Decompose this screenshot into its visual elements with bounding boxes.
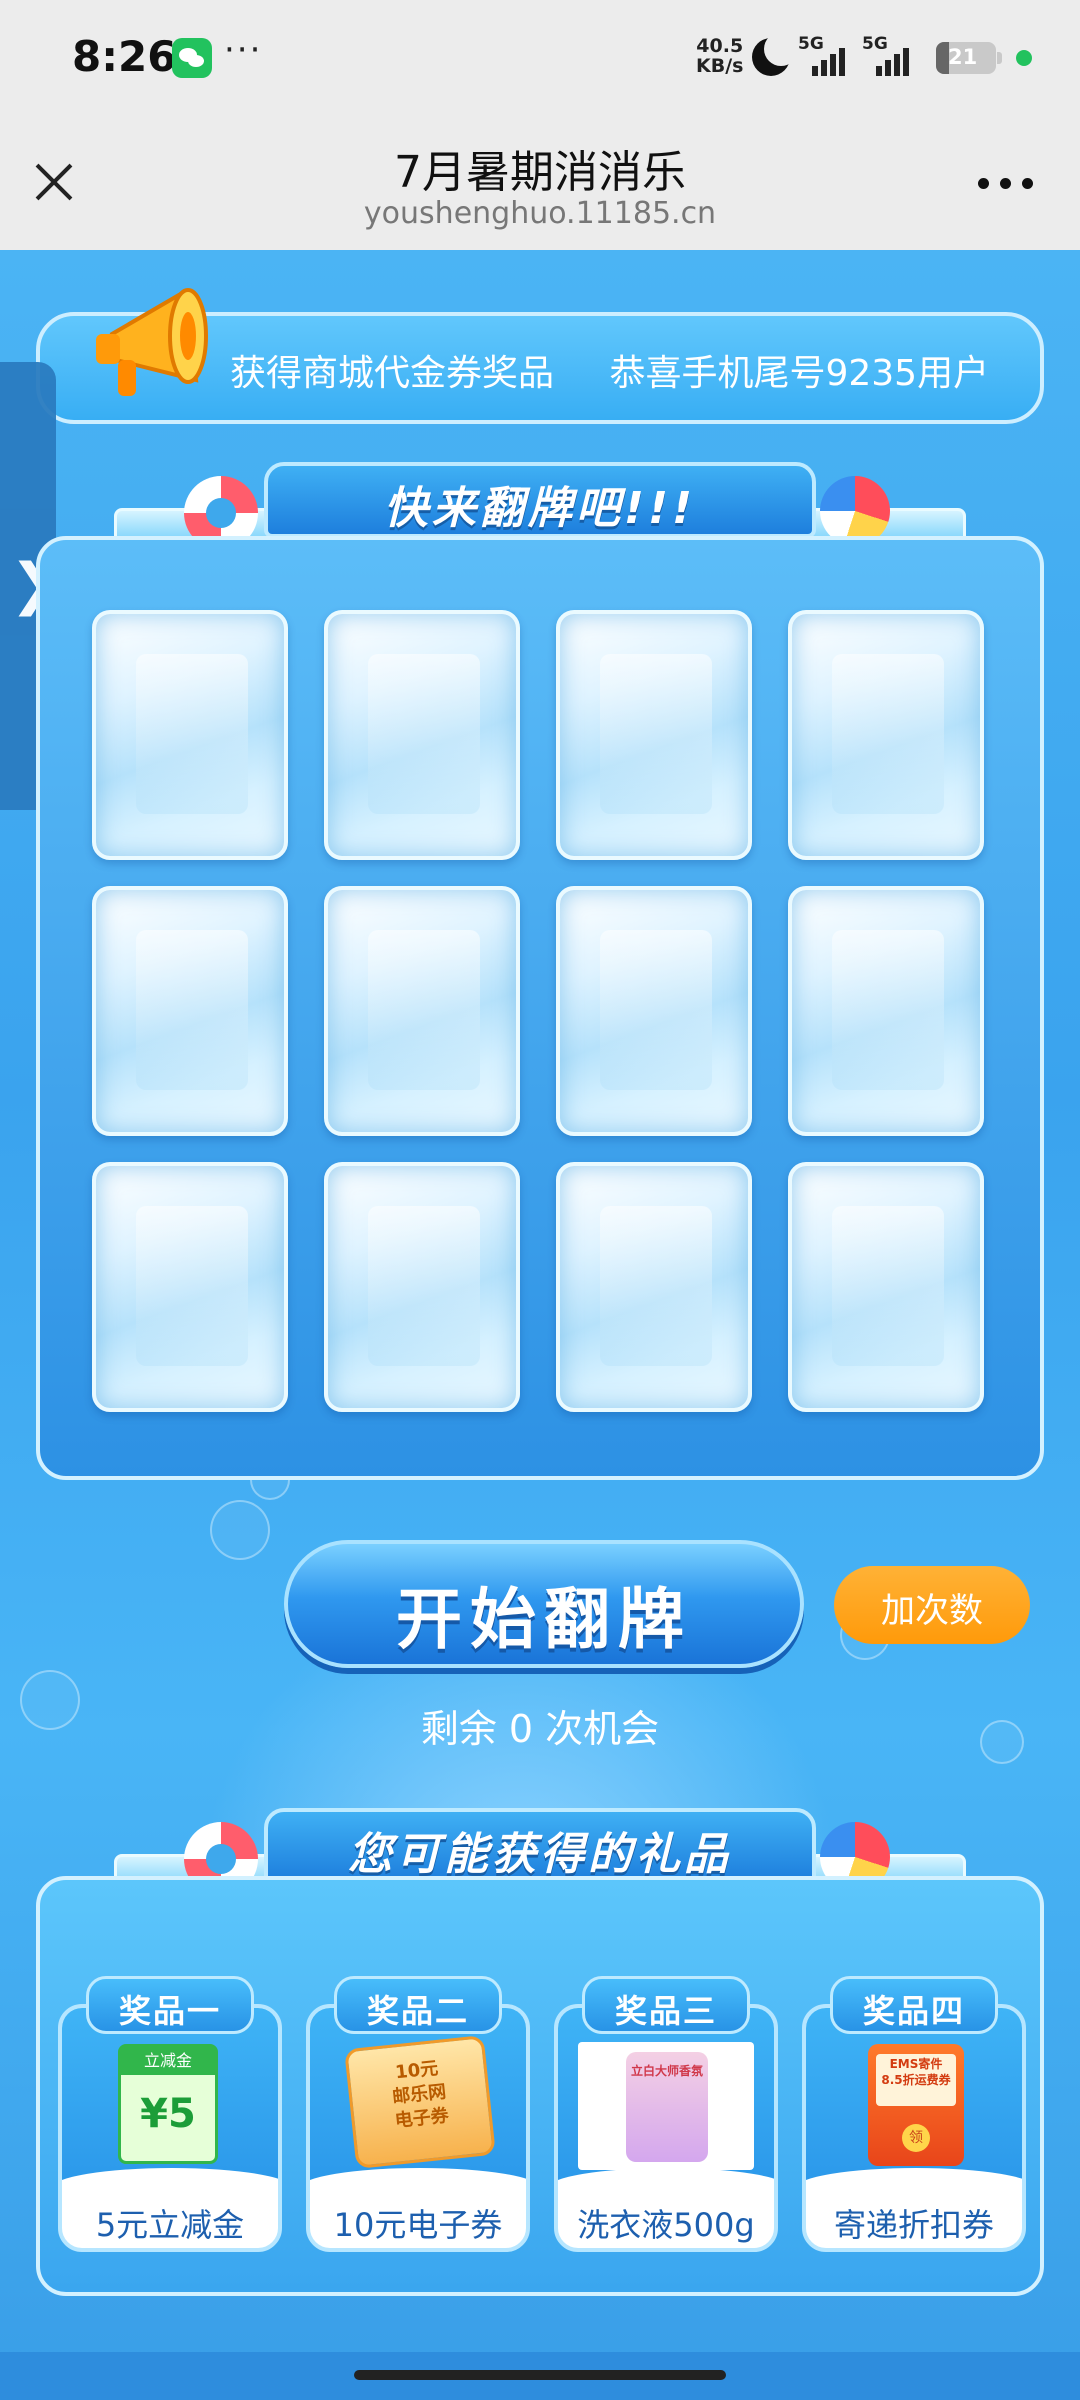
- prize-image-2: 10元 邮乐网 电子券: [310, 2008, 526, 2188]
- ice-flip-card[interactable]: [788, 610, 984, 860]
- more-menu-icon[interactable]: [978, 178, 1034, 190]
- prize-banner-title: 您可能获得的礼品: [348, 1829, 732, 1880]
- network-speed-unit: KB/s: [696, 55, 744, 77]
- title-bar: 7月暑期消消乐 youshenghuo.11185.cn: [0, 118, 1080, 250]
- remaining-chances-text: 剩余 0 次机会: [420, 1707, 660, 1751]
- battery-icon: 21: [936, 42, 1002, 74]
- prize-image-1: 立减金 ¥5: [62, 2008, 278, 2188]
- home-indicator[interactable]: [354, 2370, 726, 2380]
- prize-name: 10元电子券: [333, 2206, 503, 2244]
- add-chances-label: 加次数: [881, 1591, 983, 1631]
- status-more-icon: ···: [224, 30, 263, 70]
- prize-name: 5元立减金: [95, 2206, 245, 2244]
- status-time: 8:26: [72, 32, 177, 81]
- prize-name: 寄递折扣券: [833, 2206, 994, 2244]
- ice-flip-card[interactable]: [324, 886, 520, 1136]
- do-not-disturb-icon: [752, 32, 798, 76]
- prize-card-2[interactable]: 10元 邮乐网 电子券 10元电子券: [306, 2004, 530, 2252]
- prize-card-4[interactable]: EMS寄件 8.5折运费券 领 寄递折扣券: [802, 2004, 1026, 2252]
- signal-icon-1: 5G: [798, 34, 858, 76]
- start-flip-label: 开始翻牌: [396, 1581, 692, 1658]
- ice-flip-card[interactable]: [324, 1162, 520, 1412]
- prize-tag-3: 奖品三: [582, 1976, 750, 2034]
- prize-card-1[interactable]: 立减金 ¥5 5元立减金: [58, 2004, 282, 2252]
- ice-flip-card[interactable]: [556, 610, 752, 860]
- status-bar: 8:26 ··· 40.5 KB/s 5G 5G 21: [0, 0, 1080, 118]
- ice-flip-card[interactable]: [92, 1162, 288, 1412]
- prize-image-3: 立白大师香氛: [558, 2008, 774, 2188]
- ice-flip-card[interactable]: [324, 610, 520, 860]
- battery-level: 21: [948, 45, 978, 69]
- ice-flip-card[interactable]: [92, 886, 288, 1136]
- network-speed-value: 40.5: [696, 35, 744, 57]
- wechat-icon: [172, 38, 212, 78]
- prize-card-3[interactable]: 立白大师香氛 洗衣液500g: [554, 2004, 778, 2252]
- signal-icon-2: 5G: [862, 34, 922, 76]
- ice-flip-card[interactable]: [788, 1162, 984, 1412]
- prize-tag-2: 奖品二: [334, 1976, 502, 2034]
- marquee-text: 获得商城代金券奖品 恭喜手机尾号9235用户: [230, 344, 1033, 396]
- page-title: 7月暑期消消乐: [394, 147, 686, 198]
- page-url: youshenghuo.11185.cn: [363, 196, 717, 231]
- prize-tag-1: 奖品一: [86, 1976, 254, 2034]
- detergent-product-image: 立白大师香氛: [578, 2042, 754, 2170]
- ice-flip-card[interactable]: [556, 886, 752, 1136]
- marquee-item: 获得商城代金券奖品: [230, 353, 555, 394]
- add-chances-button[interactable]: 加次数: [834, 1566, 1030, 1644]
- ice-flip-card[interactable]: [788, 886, 984, 1136]
- ems-red-envelope-icon: EMS寄件 8.5折运费券 领: [868, 2044, 964, 2166]
- prize-tag-4: 奖品四: [830, 1976, 998, 2034]
- voucher-icon: 立减金 ¥5: [118, 2044, 218, 2164]
- megaphone-icon: [96, 288, 208, 396]
- e-coupon-icon: 10元 邮乐网 电子券: [344, 2035, 496, 2169]
- ice-flip-card[interactable]: [556, 1162, 752, 1412]
- start-flip-button[interactable]: 开始翻牌: [284, 1540, 804, 1668]
- marquee-item: 恭喜手机尾号9235用户: [609, 353, 990, 394]
- flip-banner-title: 快来翻牌吧!!!: [383, 483, 697, 534]
- prize-name: 洗衣液500g: [577, 2206, 755, 2244]
- prize-image-4: EMS寄件 8.5折运费券 领: [806, 2008, 1022, 2188]
- network-speed: 40.5 KB/s: [696, 36, 743, 76]
- charging-dot-icon: [1016, 50, 1032, 66]
- ice-flip-card[interactable]: [92, 610, 288, 860]
